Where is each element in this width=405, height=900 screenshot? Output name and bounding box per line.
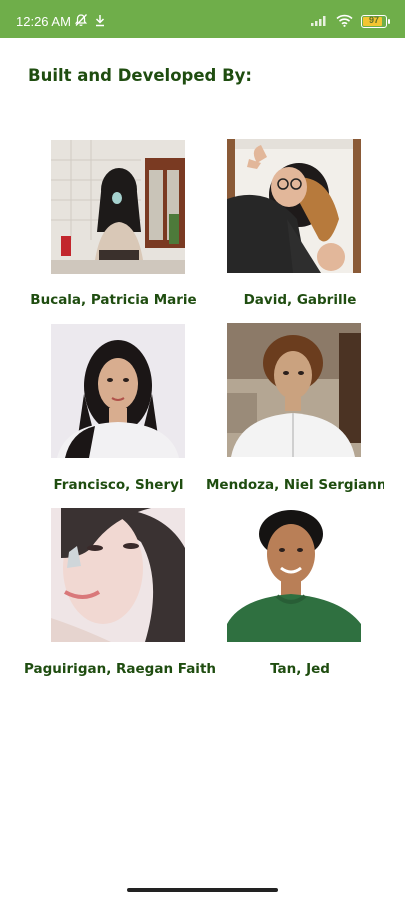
status-icons-left [74, 12, 106, 31]
team-member-photo [51, 140, 185, 274]
team-member-photo [227, 323, 361, 457]
download-icon [94, 12, 106, 31]
home-indicator[interactable] [127, 888, 278, 892]
team-member-name: Tan, Jed [270, 661, 330, 677]
team-member-name: David, Gabrille [243, 292, 357, 308]
battery-level: 97 [368, 15, 379, 25]
status-icons-right: 97 [310, 12, 390, 31]
battery-icon: 97 [361, 15, 390, 28]
team-member-photo [227, 508, 361, 642]
status-bar: 12:26 AM 97 [0, 0, 405, 38]
page-title: Built and Developed By: [28, 66, 253, 85]
team-member-photo [227, 139, 361, 273]
status-time: 12:26 AM [16, 14, 71, 29]
team-member-name: Paguirigan, Raegan Faith [23, 661, 217, 677]
team-member-photo [51, 508, 185, 642]
team-member-photo [51, 324, 185, 458]
team-member-name: Francisco, Sheryl [53, 477, 184, 493]
bell-off-icon [74, 12, 88, 31]
team-member-name: Bucala, Patricia Marie [30, 292, 197, 308]
signal-icon [310, 12, 328, 31]
wifi-icon [336, 12, 353, 31]
team-member-name: Mendoza, Niel Sergianne [206, 477, 384, 493]
